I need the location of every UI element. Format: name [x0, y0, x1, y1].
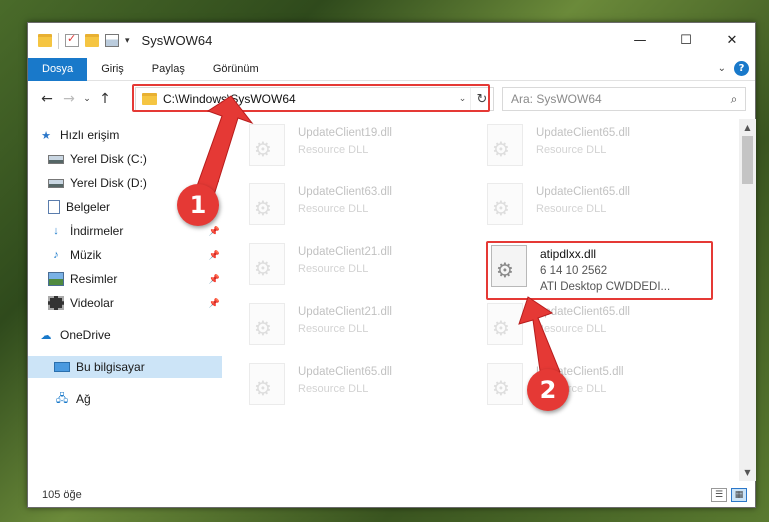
step-1-badge: 1: [177, 184, 219, 226]
annotation-arrows: [191, 95, 561, 379]
arrow-2-icon: [518, 296, 561, 379]
step-2-badge: 2: [527, 369, 569, 411]
